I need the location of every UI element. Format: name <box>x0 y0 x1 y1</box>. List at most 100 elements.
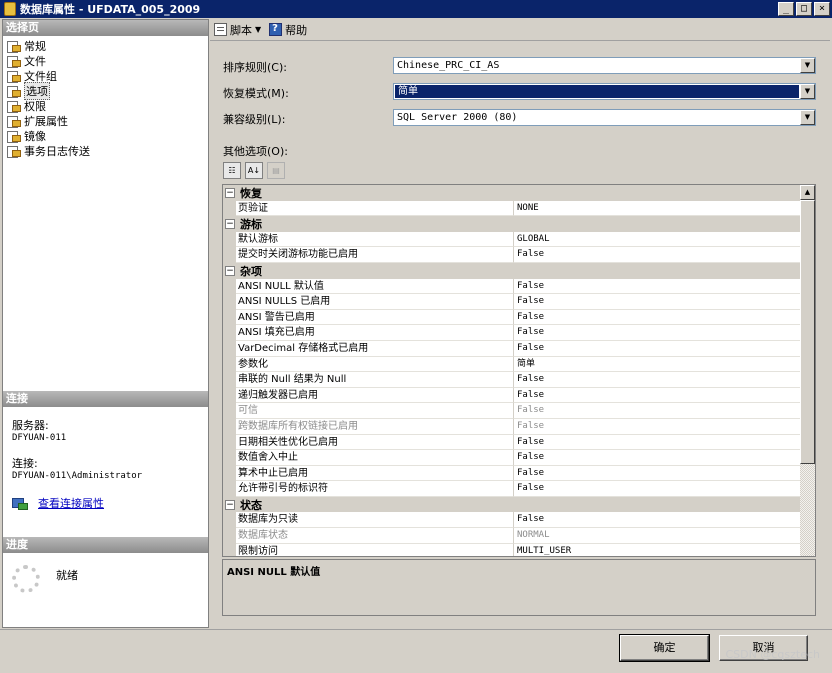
page-item-label: 事务日志传送 <box>24 144 90 158</box>
help-button[interactable]: 帮助 <box>269 22 307 38</box>
toolbar: 脚本 ▼ 帮助 <box>210 19 830 41</box>
grid-category[interactable]: − 杂项 <box>223 262 801 279</box>
grid-property-value[interactable]: False <box>514 341 801 357</box>
scroll-up-icon[interactable]: ▲ <box>800 185 815 200</box>
grid-property-row[interactable]: 数值舍入中止 False <box>223 450 801 466</box>
grid-property-name: ANSI NULL 默认值 <box>236 278 514 295</box>
grid-property-row[interactable]: 递归触发器已启用 False <box>223 387 801 404</box>
collapse-icon[interactable]: − <box>225 265 235 276</box>
grid-property-row[interactable]: 默认游标 GLOBAL <box>223 231 801 248</box>
script-button[interactable]: 脚本 ▼ <box>214 22 261 38</box>
grid-property-row[interactable]: 日期相关性优化已启用 False <box>223 434 801 451</box>
connection-label: 连接: <box>12 457 38 470</box>
grid-property-row[interactable]: ANSI 填充已启用 False <box>223 325 801 341</box>
grid-property-name: ANSI 警告已启用 <box>236 309 514 326</box>
close-button[interactable]: × <box>814 2 830 16</box>
page-item[interactable]: 权限 <box>3 98 208 113</box>
progress-section: 进度 就绪 <box>3 537 208 593</box>
view-connection-link[interactable]: 查看连接属性 <box>38 495 104 511</box>
collapse-icon[interactable]: − <box>225 187 235 198</box>
progress-spinner-icon <box>12 565 40 593</box>
grid-toolbar: ☷ A↓ ▤ <box>223 162 285 179</box>
compat-row: 兼容级别(L): <box>223 111 393 127</box>
grid-property-value[interactable]: False <box>514 466 801 482</box>
grid-property-value[interactable]: False <box>514 247 801 263</box>
connection-header: 连接 <box>3 391 208 407</box>
page-item[interactable]: 常规 <box>3 38 208 53</box>
property-pages-icon[interactable]: ▤ <box>267 162 285 179</box>
chevron-down-icon[interactable]: ▼ <box>800 84 815 99</box>
vertical-scrollbar[interactable]: ▲ <box>800 185 815 556</box>
grid-property-row[interactable]: 串联的 Null 结果为 Null False <box>223 372 801 388</box>
grid-property-row[interactable]: ANSI NULL 默认值 False <box>223 278 801 295</box>
page-item-label: 权限 <box>24 99 46 113</box>
recovery-label: 恢复模式(M): <box>223 87 289 100</box>
left-pane: 选择页 常规 文件 文件组 选项 权限 扩展属性 镜像 事务日志传送 连接 服务器: DFYU… <box>2 19 209 628</box>
chevron-down-icon[interactable]: ▼ <box>800 110 815 125</box>
categorized-icon[interactable]: ☷ <box>223 162 241 179</box>
page-item[interactable]: 文件 <box>3 53 208 68</box>
grid-category[interactable]: − 状态 <box>223 496 801 513</box>
property-description: ANSI NULL 默认值 <box>222 559 816 616</box>
grid-property-row[interactable]: 页验证 NONE <box>223 200 801 217</box>
grid-category[interactable]: − 恢复 <box>223 185 801 201</box>
view-connection-properties[interactable]: 查看连接属性 <box>3 495 208 511</box>
grid-property-value[interactable]: False <box>514 279 801 295</box>
grid-property-value[interactable]: 简单 <box>514 357 801 373</box>
grid-property-value[interactable]: False <box>514 310 801 326</box>
page-item[interactable]: 事务日志传送 <box>3 143 208 158</box>
grid-property-name: ANSI NULLS 已启用 <box>236 294 514 310</box>
grid-property-row[interactable]: 算术中止已启用 False <box>223 465 801 482</box>
help-icon <box>269 23 283 36</box>
ok-button[interactable]: 确定 <box>619 634 710 662</box>
grid-property-value[interactable]: False <box>514 372 801 388</box>
recovery-combo[interactable]: 简单 ▼ <box>393 83 816 100</box>
grid-property-row[interactable]: 参数化 简单 <box>223 356 801 373</box>
grid-property-row[interactable]: 允许带引号的标识符 False <box>223 481 801 497</box>
page-item[interactable]: 镜像 <box>3 128 208 143</box>
grid-property-row[interactable]: ANSI 警告已启用 False <box>223 309 801 326</box>
grid-property-row[interactable]: 数据库为只读 False <box>223 512 801 529</box>
grid-property-value[interactable]: GLOBAL <box>514 232 801 248</box>
grid-category-name: 游标 <box>240 217 262 231</box>
maximize-button[interactable]: □ <box>796 2 812 16</box>
script-icon <box>214 23 227 36</box>
grid-property-value[interactable]: False <box>514 481 801 497</box>
collation-combo[interactable]: Chinese_PRC_CI_AS ▼ <box>393 57 816 74</box>
grid-property-value[interactable]: False <box>514 450 801 466</box>
grid-property-name: 数值舍入中止 <box>236 450 514 466</box>
grid-category[interactable]: − 游标 <box>223 216 801 232</box>
minimize-button[interactable]: _ <box>778 2 794 16</box>
grid-category-name: 状态 <box>240 498 262 512</box>
chevron-down-icon[interactable]: ▼ <box>255 25 261 34</box>
grid-property-value[interactable]: False <box>514 435 801 451</box>
compat-combo[interactable]: SQL Server 2000 (80) ▼ <box>393 109 816 126</box>
collation-row: 排序规则(C): <box>223 59 393 75</box>
grid-property-value[interactable]: False <box>514 294 801 310</box>
help-label: 帮助 <box>285 23 308 37</box>
grid-property-value[interactable]: NONE <box>514 201 801 217</box>
scrollbar-thumb[interactable] <box>800 200 815 464</box>
grid-property-value[interactable]: False <box>514 325 801 341</box>
sort-alphabetical-icon[interactable]: A↓ <box>245 162 263 179</box>
collapse-icon[interactable]: − <box>225 499 235 510</box>
grid-property-value[interactable]: False <box>514 512 801 529</box>
collapse-icon[interactable]: − <box>225 218 235 229</box>
grid-property-row: 可信 False <box>223 403 801 419</box>
grid-property-row[interactable]: VarDecimal 存储格式已启用 False <box>223 340 801 357</box>
grid-property-value[interactable]: MULTI_USER <box>514 544 801 556</box>
chevron-down-icon[interactable]: ▼ <box>800 58 815 73</box>
grid-gutter <box>223 356 236 373</box>
page-item[interactable]: 选项 <box>3 81 208 100</box>
recovery-value: 简单 <box>395 85 799 98</box>
grid-property-value[interactable]: False <box>514 388 801 404</box>
grid-gutter <box>223 434 236 451</box>
grid-property-name: 数据库状态 <box>236 528 514 544</box>
grid-property-name: ANSI 填充已启用 <box>236 325 514 341</box>
grid-property-name: 日期相关性优化已启用 <box>236 434 514 451</box>
page-item[interactable]: 扩展属性 <box>3 113 208 128</box>
progress-status: 就绪 <box>56 569 78 582</box>
grid-property-row[interactable]: ANSI NULLS 已启用 False <box>223 294 801 310</box>
grid-property-row[interactable]: 提交时关闭游标功能已启用 False <box>223 247 801 263</box>
grid-property-row[interactable]: 限制访问 MULTI_USER <box>223 543 801 556</box>
